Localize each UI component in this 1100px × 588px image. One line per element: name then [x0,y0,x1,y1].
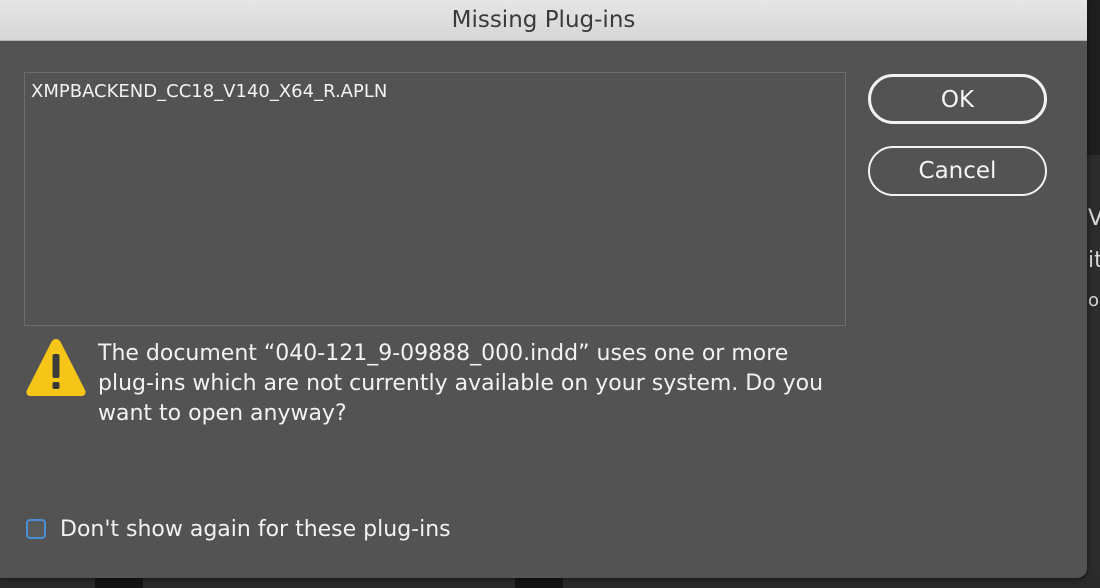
background-text-3: o [1088,292,1100,310]
ok-button[interactable]: OK [868,74,1047,124]
dont-show-again-row[interactable]: Don't show again for these plug-ins [26,514,451,544]
missing-plugins-dialog: Missing Plug-ins XMPBACKEND_CC18_V140_X6… [0,0,1087,578]
title-bar[interactable]: Missing Plug-ins [0,0,1087,41]
background-text-2: it [1088,250,1100,272]
background-text-1: VI [1088,208,1100,230]
list-item[interactable]: XMPBACKEND_CC18_V140_X64_R.APLN [31,81,387,102]
background-bottom-segment [95,578,143,588]
warning-message: The document “040-121_9-09888_000.indd” … [98,341,824,426]
dont-show-again-checkbox[interactable] [26,519,46,539]
warning-triangle-icon [26,339,86,396]
dialog-title: Missing Plug-ins [451,7,636,33]
dont-show-again-label[interactable]: Don't show again for these plug-ins [60,517,451,542]
cancel-button[interactable]: Cancel [868,146,1047,196]
missing-plugins-list[interactable]: XMPBACKEND_CC18_V140_X64_R.APLN [24,72,846,326]
background-bottom-segment [515,578,563,588]
